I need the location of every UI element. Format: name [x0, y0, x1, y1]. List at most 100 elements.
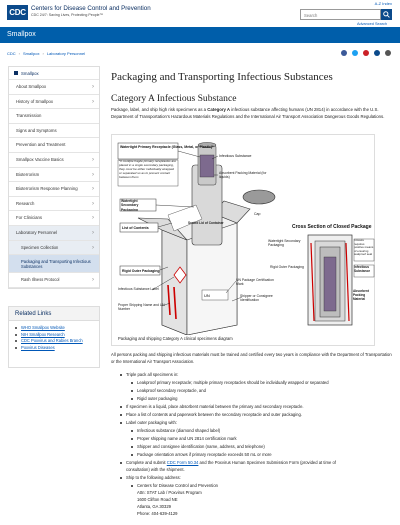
- sidebar-item-about[interactable]: About Smallpox: [9, 80, 99, 95]
- share-icon[interactable]: [385, 50, 391, 56]
- search-icon: [383, 11, 390, 18]
- org-tagline: CDC 24/7: Saving Lives, Protecting Peopl…: [31, 12, 104, 17]
- label-cap: Cap: [254, 212, 260, 216]
- bullet-icon: [131, 381, 134, 384]
- list-item: If specimen is a liquid, place absorbent…: [126, 404, 304, 409]
- advanced-search-link[interactable]: Advanced Search: [357, 22, 387, 26]
- sidebar-home-label: Smallpox: [21, 71, 39, 76]
- breadcrumb-lab[interactable]: Laboratory Personnel: [47, 51, 85, 56]
- site-title[interactable]: Smallpox: [7, 31, 36, 38]
- list-item: Triple pack all specimens in:: [126, 372, 179, 377]
- address-line: Atlanta, GA 30329: [137, 504, 171, 509]
- sidebar-item-specimen[interactable]: Specimen Collection: [9, 240, 99, 256]
- sidebar-item-clinicians[interactable]: For Clinicians: [9, 211, 99, 226]
- home-icon: [14, 71, 18, 75]
- search-input[interactable]: Search: [300, 9, 381, 20]
- bullet-icon: [131, 397, 134, 400]
- diagram-svg: UN Watertight Primary Receptacle (Glass,…: [117, 142, 375, 335]
- address-line: Centers for Disease Control and Preventi…: [137, 483, 218, 488]
- sidebar-item-home[interactable]: Smallpox: [9, 67, 99, 80]
- bullet-icon: [120, 461, 123, 464]
- breadcrumb: CDC › Smallpox › Laboratory Personnel: [7, 51, 85, 56]
- syndicate-icon[interactable]: [374, 50, 380, 56]
- cs-label-watertight: Watertight Secondary Packaging: [268, 239, 301, 248]
- list-item: Proper shipping name and UN 2814 certifi…: [137, 436, 237, 441]
- label-list-of-contents: List of Contents: [122, 226, 149, 230]
- address-line: Attn: STAT Lab / Poxvirus Program: [137, 490, 202, 495]
- section-heading: Category A Infectious Substance: [111, 93, 237, 104]
- intro-bold: Category A: [207, 107, 231, 112]
- nih-link[interactable]: NIH Smallpox Research: [21, 332, 65, 337]
- cs-label-infectious: Infectious Substance: [354, 265, 371, 273]
- intro-text: Package, label, and ship high risk speci…: [111, 107, 208, 112]
- bullet-icon: [120, 413, 123, 416]
- list-item: Place a list of contents and paperwork b…: [126, 412, 302, 417]
- sidebar-item-packaging[interactable]: Packaging and Transporting Infectious Su…: [9, 255, 99, 274]
- cs-label-rigid: Rigid Outer Packaging: [270, 265, 304, 269]
- label-watertight-primary: Watertight Primary Receptacle (Glass, Me…: [120, 145, 214, 149]
- label-proper-shipping: Proper Shipping Name and UN Number: [118, 303, 165, 312]
- training-paragraph: All persons packing and shipping infecti…: [111, 352, 392, 364]
- label-note: *If multiple fragile primary receptacles…: [119, 160, 176, 179]
- label-rigid-outer: Rigid Outer Packaging: [122, 269, 160, 273]
- search-button[interactable]: [381, 9, 392, 20]
- list-item: Poxvirus Diseases: [15, 345, 93, 350]
- sidebar-item-transmission[interactable]: Transmission: [9, 109, 99, 124]
- page-title: Packaging and Transporting Infectious Su…: [111, 71, 333, 83]
- az-index-link[interactable]: A-Z Index: [375, 1, 392, 6]
- sidebar-item-research[interactable]: Research: [9, 197, 99, 212]
- sidebar-item-signs[interactable]: Signs and Symptoms: [9, 124, 99, 139]
- cdc-logo[interactable]: CDC: [7, 5, 28, 20]
- sidebar-nav: Smallpox About Smallpox History of Small…: [8, 66, 100, 289]
- sidebar-item-prevention[interactable]: Prevention and Treatment: [9, 138, 99, 153]
- breadcrumb-smallpox[interactable]: Smallpox: [23, 51, 39, 56]
- packaging-diagram: UN Watertight Primary Receptacle (Glass,…: [111, 134, 375, 346]
- breadcrumb-sep-icon: ›: [18, 51, 21, 56]
- sidebar-item-bioterrorism[interactable]: Bioterrorism: [9, 168, 99, 183]
- list-item: Label outer packaging with:: [126, 420, 177, 425]
- org-name[interactable]: Centers for Disease Control and Preventi…: [31, 5, 151, 12]
- who-link[interactable]: WHO Smallpox Website: [21, 325, 65, 330]
- sidebar-item-rash[interactable]: Rash Illness Protocol: [9, 273, 99, 288]
- cdc-form-link[interactable]: CDC Form 50.34: [167, 460, 199, 465]
- bullet-icon: [120, 476, 123, 479]
- cdc-poxvirus-link[interactable]: CDC Poxvirus and Rabies Branch: [21, 338, 83, 343]
- bullet-icon: [120, 405, 123, 408]
- label-watertight-secondary: Watertight Secondary Packaging: [121, 199, 139, 211]
- label-infectious-label: Infectious Substance Label: [118, 287, 159, 291]
- pinterest-icon[interactable]: [363, 50, 369, 56]
- breadcrumb-sep-icon: ›: [42, 51, 44, 56]
- list-item: WHO Smallpox Website: [15, 325, 93, 330]
- site-title-bar: [0, 27, 400, 43]
- list-item-continued: consultation) with the shipment.: [126, 467, 185, 472]
- label-absorbent: Absorbent Packing Material (for liquids): [219, 171, 267, 180]
- list-item: Complete and submit CDC Form 50.34 and t…: [126, 460, 336, 465]
- list-item: Package orientation arrows if primary re…: [137, 452, 272, 457]
- bullet-icon: [131, 453, 134, 456]
- twitter-icon[interactable]: [352, 50, 358, 56]
- sidebar-item-history[interactable]: History of Smallpox: [9, 95, 99, 110]
- bullet-icon: [131, 445, 134, 448]
- bullet-icon: [120, 373, 123, 376]
- list-item: Leakproof secondary receptacle, and: [137, 388, 206, 393]
- cross-section-title: Cross Section of Closed Package: [292, 224, 372, 230]
- related-links-panel: Related Links WHO Smallpox Website NIH S…: [8, 306, 100, 368]
- cs-label-closure: Closure requires positive means of ensur…: [354, 239, 374, 257]
- sidebar-item-vaccine[interactable]: Smallpox Vaccine Basics: [9, 153, 99, 168]
- sidebar-item-response[interactable]: Bioterrorism Response Planning: [9, 182, 99, 197]
- list-item: Rigid outer packaging: [137, 396, 178, 401]
- list-item: Shipper and consignee identification (na…: [137, 444, 265, 449]
- label-infectious-substance: Infectious Substance: [219, 154, 252, 158]
- bullet-icon: [131, 429, 134, 432]
- poxvirus-diseases-link[interactable]: Poxvirus Diseases: [21, 345, 55, 350]
- facebook-icon[interactable]: [341, 50, 347, 56]
- list-item: Infectious substance (diamond shaped lab…: [137, 428, 221, 433]
- list-item: CDC Poxvirus and Rabies Branch: [15, 338, 93, 343]
- bullet-icon: [131, 389, 134, 392]
- breadcrumb-cdc[interactable]: CDC: [7, 51, 16, 56]
- list-item: Leakproof primary receptacle; multiple p…: [137, 380, 329, 385]
- label-shipper: Shipper or Consignee Identification: [240, 294, 273, 303]
- sidebar-item-lab[interactable]: Laboratory Personnel: [9, 225, 99, 241]
- diagram-un-mark: UN: [204, 293, 210, 298]
- bullet-icon: [131, 437, 134, 440]
